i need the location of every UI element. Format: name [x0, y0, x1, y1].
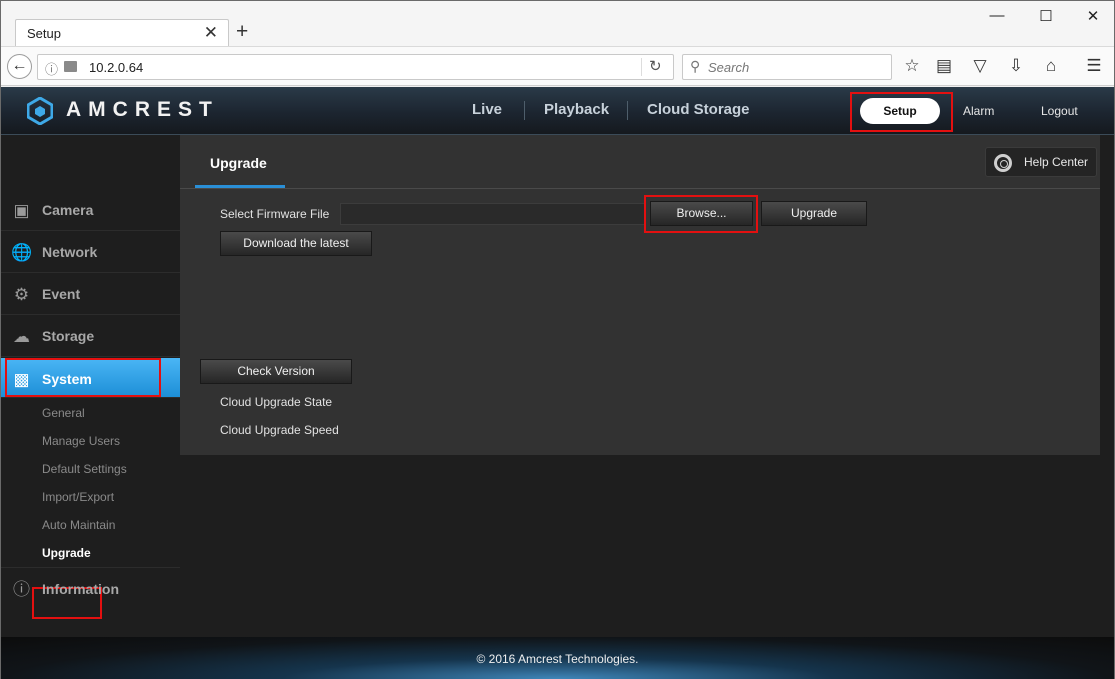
tab-title: Setup [27, 26, 61, 41]
subitem-general[interactable]: General [42, 406, 85, 420]
nav-separator [524, 101, 525, 120]
bookmark-star-icon[interactable]: ☆ [901, 56, 923, 76]
sidebar-item-network[interactable]: 🌐 Network [1, 231, 180, 273]
url-bar[interactable]: ⓘ 10.2.0.64 ↻ [37, 54, 674, 80]
nav-separator [627, 101, 628, 120]
alarm-link[interactable]: Alarm [963, 104, 994, 118]
check-version-button[interactable]: Check Version [200, 359, 352, 384]
amcrest-app: AMCREST Live Playback Cloud Storage Setu… [1, 87, 1114, 679]
upgrade-button[interactable]: Upgrade [761, 201, 867, 226]
help-center-label: Help Center [1024, 155, 1089, 169]
nav-playback[interactable]: Playback [544, 101, 609, 118]
sidebar-item-event[interactable]: ⚙ Event [1, 273, 180, 315]
close-tab-icon[interactable]: ✕ [204, 23, 218, 43]
lifebuoy-icon [994, 154, 1012, 172]
app-header: AMCREST Live Playback Cloud Storage Setu… [1, 87, 1114, 135]
nav-cloud-storage[interactable]: Cloud Storage [647, 101, 750, 118]
url-text[interactable]: 10.2.0.64 [89, 60, 143, 75]
navigation-bar: ← ⓘ 10.2.0.64 ↻ ⚲ Search ☆ ▤ ▽ ⇩ ⌂ ☰ [1, 46, 1114, 86]
menu-icon[interactable]: ☰ [1083, 56, 1105, 76]
setup-button[interactable]: Setup [860, 98, 940, 124]
subitem-default-settings[interactable]: Default Settings [42, 462, 127, 476]
logout-link[interactable]: Logout [1041, 104, 1078, 118]
sidebar-item-label: Information [42, 581, 119, 597]
browser-window: Setup ✕ + — ☐ ✕ ← ⓘ 10.2.0.64 ↻ ⚲ Search… [0, 0, 1115, 679]
content-panel: Upgrade Help Center Select Firmware File… [180, 135, 1100, 455]
alarm-icon: ⚙ [13, 285, 30, 304]
info-icon: ⓘ [13, 580, 30, 599]
tab-upgrade[interactable]: Upgrade [210, 155, 267, 171]
sidebar-item-label: Event [42, 286, 81, 302]
close-window-button[interactable]: ✕ [1083, 7, 1103, 25]
browse-button[interactable]: Browse... [650, 201, 753, 226]
maximize-button[interactable]: ☐ [1036, 7, 1056, 25]
globe-icon: 🌐 [11, 243, 33, 262]
url-divider [641, 58, 642, 76]
nav-live[interactable]: Live [472, 101, 502, 118]
download-latest-button[interactable]: Download the latest [220, 231, 372, 256]
subitem-upgrade[interactable]: Upgrade [42, 546, 91, 560]
footer: © 2016 Amcrest Technologies. [1, 637, 1114, 679]
pocket-icon[interactable]: ▽ [969, 56, 991, 76]
sidebar-item-storage[interactable]: ☁ Storage [1, 315, 180, 357]
sidebar-item-label: Camera [42, 202, 94, 218]
home-icon[interactable]: ⌂ [1040, 56, 1062, 76]
cloud-upgrade-speed-label: Cloud Upgrade Speed [220, 423, 339, 437]
search-placeholder: Search [708, 60, 750, 75]
content-divider [180, 188, 1100, 189]
reading-list-icon[interactable]: ▤ [933, 56, 955, 76]
brand-logo-text: AMCREST [66, 98, 219, 121]
subitem-manage-users[interactable]: Manage Users [42, 434, 120, 448]
sidebar-item-label: Network [42, 244, 98, 260]
system-highlight-box [5, 358, 161, 397]
subitem-import-export[interactable]: Import/Export [42, 490, 114, 504]
minimize-button[interactable]: — [987, 7, 1007, 24]
browser-tab[interactable]: Setup ✕ [15, 19, 229, 47]
page-icon [64, 61, 77, 72]
sidebar-item-information[interactable]: ⓘ Information [1, 567, 180, 609]
sidebar-item-camera[interactable]: ▣ Camera [1, 189, 180, 231]
firmware-file-input[interactable] [340, 203, 645, 225]
subitem-auto-maintain[interactable]: Auto Maintain [42, 518, 115, 532]
cloud-upgrade-state-label: Cloud Upgrade State [220, 395, 333, 409]
search-icon: ⚲ [690, 58, 701, 74]
select-firmware-label: Select Firmware File [220, 207, 330, 221]
info-icon[interactable]: ⓘ [45, 59, 58, 78]
new-tab-button[interactable]: + [236, 20, 248, 44]
back-arrow-icon[interactable]: ← [7, 54, 32, 79]
help-center-button[interactable]: Help Center [985, 147, 1097, 177]
download-icon[interactable]: ⇩ [1005, 56, 1027, 76]
search-input[interactable]: ⚲ Search [682, 54, 892, 80]
cloud-icon: ☁ [13, 327, 30, 346]
title-bar: Setup ✕ + — ☐ ✕ [1, 1, 1114, 47]
camera-icon: ▣ [13, 201, 30, 220]
copyright-text: © 2016 Amcrest Technologies. [476, 652, 639, 666]
sidebar-item-label: Storage [42, 328, 95, 344]
reload-icon[interactable]: ↻ [649, 57, 662, 75]
sidebar: ▣ Camera 🌐 Network ⚙ Event ☁ Storage ▩ S… [1, 136, 190, 636]
amcrest-logo-icon [27, 97, 53, 125]
